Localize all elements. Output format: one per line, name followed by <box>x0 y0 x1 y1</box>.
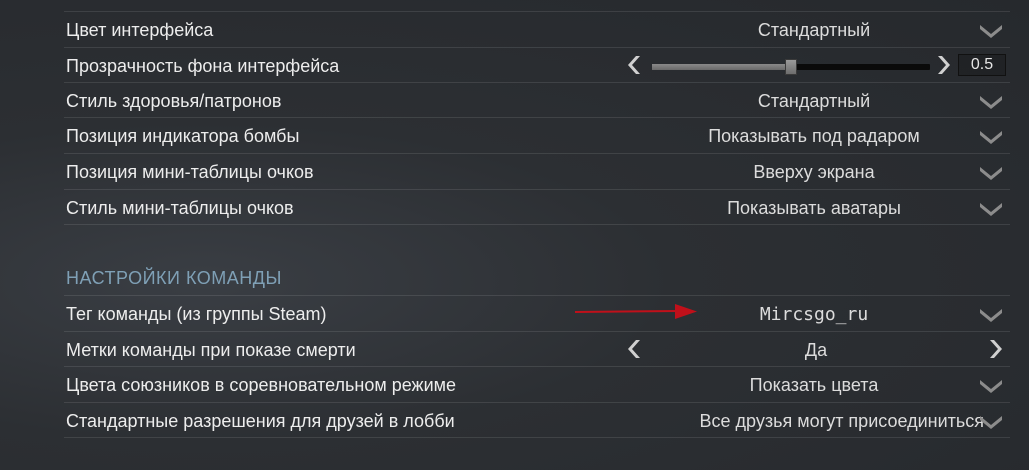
setting-label: Позиция мини-таблицы очков <box>66 162 314 182</box>
slider-thumb[interactable] <box>785 59 797 75</box>
dropdown-value[interactable]: Показать цвета <box>624 375 1004 396</box>
chevron-down-icon[interactable] <box>978 377 1004 393</box>
setting-label: Стандартные разрешения для друзей в лобб… <box>66 411 455 431</box>
chevron-down-icon[interactable] <box>978 306 1004 322</box>
setting-row-health-ammo-style[interactable]: Стиль здоровья/патронов Стандартный <box>64 82 1010 118</box>
settings-panel: Цвет интерфейса Стандартный Прозрачность… <box>0 0 1029 470</box>
setting-row-death-notice-team-marks[interactable]: Метки команды при показе смерти Да <box>64 331 1010 367</box>
setting-row-team-tag[interactable]: Тег команды (из группы Steam) Mircsgo_ru <box>64 295 1010 331</box>
setting-row-teammate-colors[interactable]: Цвета союзников в соревновательном режим… <box>64 366 1010 402</box>
dropdown-value[interactable]: Показывать аватары <box>624 198 1004 219</box>
setting-label: Прозрачность фона интерфейса <box>66 56 340 76</box>
dropdown-value[interactable]: Все друзья могут присоединиться <box>644 411 984 432</box>
transparency-slider[interactable] <box>652 59 930 75</box>
chevron-down-icon[interactable] <box>978 22 1004 38</box>
section-title-team-settings: НАСТРОЙКИ КОМАНДЫ <box>66 268 282 288</box>
dropdown-value[interactable]: Показывать под радаром <box>624 126 1004 147</box>
slider-fill <box>652 64 791 70</box>
setting-label: Цвет интерфейса <box>66 20 214 40</box>
setting-row-lobby-friend-permissions[interactable]: Стандартные разрешения для друзей в лобб… <box>64 402 1010 438</box>
setting-label: Стиль здоровья/патронов <box>66 91 282 111</box>
dropdown-value[interactable]: Стандартный <box>624 91 1004 112</box>
setting-row-hud-transparency[interactable]: Прозрачность фона интерфейса 0.5 <box>64 47 1010 83</box>
toggle-value: Да <box>804 340 828 360</box>
setting-row-mini-scoreboard-style[interactable]: Стиль мини-таблицы очков Показывать ават… <box>64 189 1010 225</box>
chevron-down-icon[interactable] <box>978 413 1004 429</box>
dropdown-value[interactable]: Стандартный <box>624 20 1004 41</box>
chevron-right-icon[interactable] <box>986 338 1006 360</box>
setting-row-bomb-indicator[interactable]: Позиция индикатора бомбы Показывать под … <box>64 117 1010 153</box>
chevron-down-icon[interactable] <box>978 200 1004 216</box>
chevron-down-icon[interactable] <box>978 164 1004 180</box>
setting-row-mini-scoreboard-position[interactable]: Позиция мини-таблицы очков Вверху экрана <box>64 153 1010 189</box>
setting-row-interface-color[interactable]: Цвет интерфейса Стандартный <box>64 11 1010 47</box>
chevron-down-icon[interactable] <box>978 128 1004 144</box>
setting-label: Цвета союзников в соревновательном режим… <box>66 375 457 395</box>
setting-label: Позиция индикатора бомбы <box>66 126 300 146</box>
divider <box>64 437 1010 438</box>
chevron-down-icon[interactable] <box>978 93 1004 109</box>
setting-label: Стиль мини-таблицы очков <box>66 198 294 218</box>
chevron-left-icon[interactable] <box>626 338 646 360</box>
chevron-left-icon[interactable] <box>626 54 646 76</box>
setting-label: Тег команды (из группы Steam) <box>66 304 327 324</box>
divider <box>64 224 1010 225</box>
dropdown-value[interactable]: Вверху экрана <box>624 162 1004 183</box>
chevron-right-icon[interactable] <box>934 54 954 76</box>
red-arrow-icon <box>575 303 699 326</box>
slider-value-field[interactable]: 0.5 <box>958 54 1006 76</box>
setting-label: Метки команды при показе смерти <box>66 340 356 360</box>
